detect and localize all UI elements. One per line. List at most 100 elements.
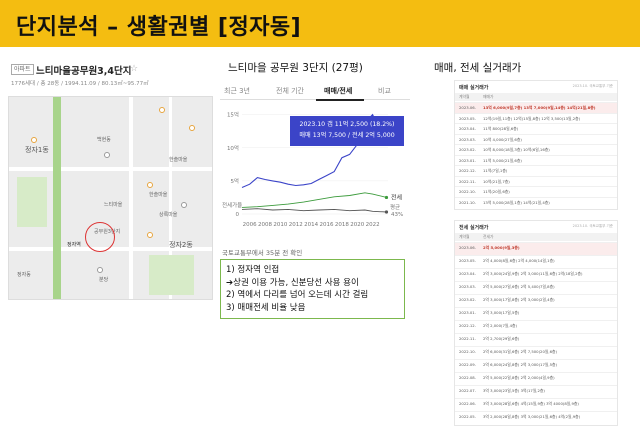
row-value: 11억 800(28일,6층) — [483, 126, 519, 131]
gap-label: 전세가율 — [222, 201, 242, 209]
favorite-star-icon[interactable]: ☆ — [130, 64, 138, 74]
table-row[interactable]: 2022.12. 2억 2,000(7일,4층) — [455, 320, 617, 333]
transactions-panel: 매매, 전세 실거래가 매매 실거래가 2023.10. 국토교통부 기준 계약… — [434, 58, 634, 428]
table-row[interactable]: 2023.01. 2억 3,000(17일,5층) — [455, 307, 617, 320]
table-row[interactable]: 2022.12. 11억(7일,1층) — [455, 165, 617, 176]
series-endpoint — [384, 195, 389, 200]
row-date: 2022.09. — [459, 362, 476, 367]
x-tick-label: 2012 — [289, 222, 303, 228]
row-date: 2023.04. — [459, 271, 476, 276]
poi-marker[interactable] — [159, 107, 165, 113]
table-row[interactable]: 2023.04. 2억 3,000(24일,9층) 2억 3,000(11일,6층… — [455, 268, 617, 281]
table-row[interactable]: 2022.09. 2억 6,000(24일,8층) 2억 3,000(17일,5층… — [455, 359, 617, 372]
row-value: 2억 6,000(31일,6층) 2억 7,500(20일,6층) — [483, 349, 557, 354]
table-row[interactable]: 2023.02. 2억 3,000(17일,8층) 2억 3,000(2일,4층) — [455, 294, 617, 307]
poi-marker[interactable] — [104, 152, 110, 158]
row-date: 2022.12. — [459, 168, 476, 173]
row-value: 11억 5,000(21일,6층) — [483, 157, 522, 163]
x-tick-label: 2020 — [350, 222, 364, 228]
table-row[interactable]: 2022.05. 3억 2,000(28일,8층) 3억 3,000(21일,6층… — [455, 411, 617, 424]
table-row[interactable]: 2023.06. 13억 6,000(9일,7층) 13억 7,000(9일,14… — [455, 102, 617, 113]
map-park — [149, 255, 194, 295]
sales-table-note: 2023.10. 국토교통부 기준 — [572, 84, 613, 88]
jeonse-table-title: 전세 실거래가 — [459, 225, 489, 231]
row-date: 2023.02. — [459, 297, 476, 302]
row-value: 11억(7일,1층) — [483, 168, 508, 173]
note-line: ➔상권 이용 가능, 신분당선 사용 용이 — [226, 277, 359, 288]
column-header: 매매가 — [483, 94, 494, 99]
row-value: 13억 6,000(9일,7층) 13억 7,000(9일,14층) 14억(2… — [483, 105, 596, 110]
column-header: 계약월 — [459, 94, 470, 99]
row-date: 2023.03. — [459, 136, 476, 142]
row-value: 2억 4,000(8일,6층) 2억 4,000(14일,1층) — [483, 258, 555, 263]
ratio-value: 43% — [391, 212, 403, 218]
table-row[interactable]: 2023.01. 11억 5,000(21일,6층) — [455, 154, 617, 166]
table-row[interactable]: 2022.07. 3억 3,000(23일,5층) 3억(17일,2층) — [455, 385, 617, 398]
series-line-전세 — [241, 192, 387, 208]
x-tick-label: 2018 — [335, 222, 349, 228]
active-tab-underline — [316, 99, 364, 101]
row-date: 2022.11. — [459, 178, 476, 184]
table-row[interactable]: 2023.03. 10억 4,000(27일,6층) — [455, 133, 617, 145]
table-header: 계약월 매매가 — [455, 93, 617, 101]
table-row[interactable]: 2022.10. 2억 6,000(31일,6층) 2억 7,500(20일,6층… — [455, 346, 617, 359]
row-value: 2억 5,000(27일,6층) 2억 5,400(7일,8층) — [483, 284, 555, 289]
map-label: 한솔마을 — [169, 157, 188, 163]
data-source: 국토교통부에서 35분 전 확인 — [222, 249, 303, 257]
table-header: 계약월 전세가 — [455, 233, 617, 241]
x-tick-label: 2016 — [320, 222, 334, 228]
row-value: 2억 6,000(24일,8층) 2억 3,000(17일,5층) — [483, 362, 557, 367]
poi-marker[interactable] — [31, 137, 37, 143]
row-date: 2023.04. — [459, 126, 476, 131]
tab-recent-3y[interactable]: 최근 3년 — [224, 86, 250, 96]
poi-marker[interactable] — [189, 125, 195, 131]
row-value: 10억 8,000(18일,3층) 10억(6일,16층) — [483, 147, 550, 152]
note-line: 1) 정자역 인접 — [226, 265, 280, 275]
tab-all-period[interactable]: 전체 기간 — [276, 86, 304, 96]
table-row[interactable]: 2023.05. 12억(19일,11층) 12억(15일,8층) 12억 3,5… — [455, 112, 617, 124]
map-label: 정자2동 — [169, 241, 193, 249]
x-tick-label: 2014 — [304, 222, 318, 228]
y-tick-label: 0 — [236, 212, 240, 218]
series-label: 전세 — [391, 193, 402, 201]
row-value: 2억 5,000(9일,3층) — [483, 245, 520, 250]
table-row[interactable]: 2023.03. 2억 5,000(27일,6층) 2억 5,400(7일,8층) — [455, 281, 617, 294]
note-line: 2) 역에서 다리를 넘어 오는데 시간 걸림 — [226, 290, 369, 300]
row-value: 13억 5,000(28일,1층) 14억(21일,4층) — [483, 199, 550, 205]
map-road — [9, 167, 212, 171]
column-header: 전세가 — [483, 234, 494, 239]
poi-marker[interactable] — [147, 182, 153, 188]
complex-name[interactable]: 느티마을공무원3,4단지 — [36, 63, 132, 77]
row-value: 3억 3,000(23일,5층) 3억(17일,2층) — [483, 388, 545, 393]
price-chart-panel: 느티마을 공무원 3단지 (27평) 최근 3년 전체 기간 매매/전세 비교 … — [220, 58, 410, 428]
row-value: 11억(20일,6층) — [483, 189, 510, 194]
row-date: 2023.05. — [459, 258, 476, 263]
poi-marker[interactable] — [97, 267, 103, 273]
chart-tabs: 최근 3년 전체 기간 매매/전세 비교 — [220, 84, 410, 101]
row-date: 2022.05. — [459, 414, 476, 419]
slide-title: 단지분석 – 생활권별 [정자동] — [16, 15, 302, 40]
table-row[interactable]: 2023.04. 11억 800(28일,6층) — [455, 123, 617, 134]
target-complex-circle — [85, 222, 115, 252]
row-date: 2023.06. — [459, 105, 476, 110]
table-row[interactable]: 2023.02. 10억 8,000(18일,3층) 10억(6일,16층) — [455, 144, 617, 155]
table-row[interactable]: 2022.11. 10억(21일,7층) — [455, 175, 617, 187]
table-row[interactable]: 2022.10. 11억(20일,6층) — [455, 186, 617, 197]
poi-marker[interactable] — [181, 202, 187, 208]
tooltip-prices: 매매 13억 7,500 / 전세 2억 5,000 — [299, 132, 395, 139]
row-date: 2023.02. — [459, 147, 476, 152]
sales-table: 매매 실거래가 2023.10. 국토교통부 기준 계약월 매매가 2023.0… — [454, 80, 618, 210]
table-row[interactable]: 2022.11. 2억 2,700(29일,6층) — [455, 333, 617, 346]
table-row[interactable]: 2022.06. 3억 3,000(28일,6층) 4억(15일,9층) 3억 4… — [455, 398, 617, 411]
table-row[interactable]: 2022.08. 2억 5,000(22일,8층) 2억 2,000(4일,9층) — [455, 372, 617, 385]
table-row[interactable]: 2023.05. 2억 4,000(8일,6층) 2억 4,000(14일,1층) — [455, 255, 617, 268]
tab-compare[interactable]: 비교 — [378, 86, 391, 96]
row-value: 12억(19일,11층) 12억(15일,8층) 12억 3,500(13일,2… — [483, 115, 581, 121]
table-row[interactable]: 2021.10. 13억 5,000(28일,1층) 14억(21일,4층) — [455, 196, 617, 208]
table-row[interactable]: 2023.06. 2억 5,000(9일,3층) — [455, 242, 617, 255]
location-map[interactable]: 정자1동 정자2동 한솔마을 느티마을 공무원3단지 백현동 한솔마을 상록마을… — [8, 96, 213, 300]
tab-sale-jeonse[interactable]: 매매/전세 — [324, 86, 352, 96]
poi-marker[interactable] — [147, 232, 153, 238]
chart-panel-title: 느티마을 공무원 3단지 (27평) — [228, 62, 363, 74]
map-park — [17, 177, 47, 227]
